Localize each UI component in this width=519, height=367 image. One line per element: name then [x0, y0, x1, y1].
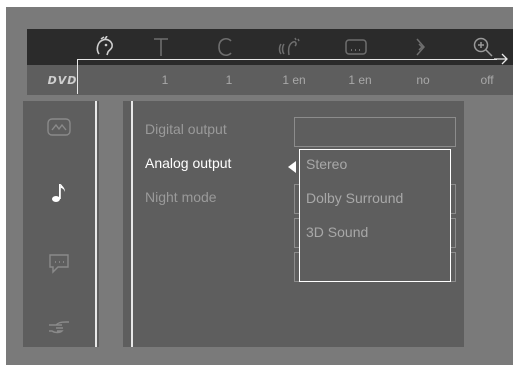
settings-panel-divider	[131, 101, 133, 347]
music-note-icon[interactable]	[23, 173, 95, 213]
dvd-logo: DVD	[47, 73, 78, 87]
side-menu-divider	[95, 101, 97, 347]
scroll-right-arrow-icon	[494, 53, 508, 65]
menu-item-analog-output[interactable]: Analog output	[145, 155, 231, 171]
status-chapter-value: 1	[225, 73, 233, 87]
selection-arrow-icon	[288, 161, 296, 173]
digital-output-value-box[interactable]	[294, 117, 456, 147]
dvd-osd-screen: DVD 1 1 1 en 1 en no off Digital output …	[6, 7, 513, 365]
status-divider-line	[77, 59, 497, 60]
option-dolby-surround[interactable]: Dolby Surround	[306, 190, 403, 206]
status-title-value: 1	[161, 73, 169, 87]
status-subtitle-value: 1 en	[348, 73, 372, 87]
status-vertical-divider	[77, 59, 78, 94]
status-bar: DVD 1 1 1 en 1 en no off	[27, 65, 513, 95]
status-audio-value: 1 en	[282, 73, 306, 87]
option-3d-sound[interactable]: 3D Sound	[306, 224, 368, 240]
option-stereo[interactable]: Stereo	[306, 156, 347, 172]
status-zoom-value: off	[480, 73, 494, 87]
analog-output-dropdown[interactable]: Stereo Dolby Surround 3D Sound	[299, 149, 451, 282]
menu-item-night-mode[interactable]: Night mode	[145, 189, 217, 205]
menu-item-digital-output[interactable]: Digital output	[145, 121, 227, 137]
picture-icon[interactable]	[23, 107, 95, 147]
status-angle-value: no	[416, 73, 430, 87]
hand-pointer-icon[interactable]	[23, 307, 95, 347]
speech-bubble-icon[interactable]	[23, 243, 95, 283]
